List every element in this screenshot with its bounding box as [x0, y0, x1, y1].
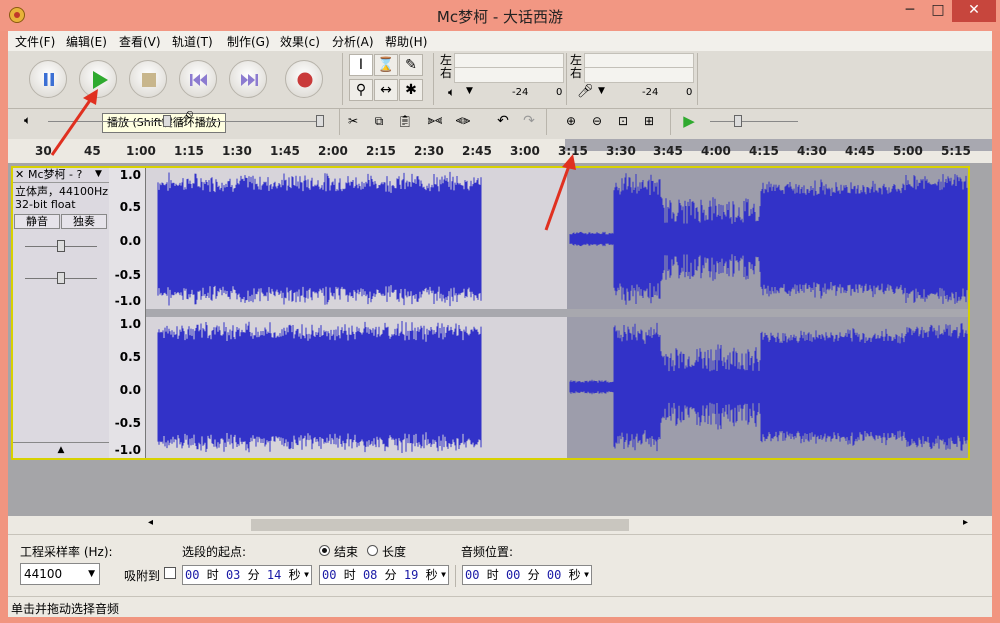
arrow-head — [83, 89, 98, 105]
app-window: Mc梦柯 - 大话西游 ─ □ ✕ 文件(F) 编辑(E) 查看(V) 轨道(T… — [0, 0, 1000, 623]
arrow-to-selection-start — [544, 162, 572, 231]
arrow-to-play-button — [50, 95, 95, 156]
annotation-arrows — [50, 89, 576, 231]
arrow-head — [562, 154, 576, 170]
